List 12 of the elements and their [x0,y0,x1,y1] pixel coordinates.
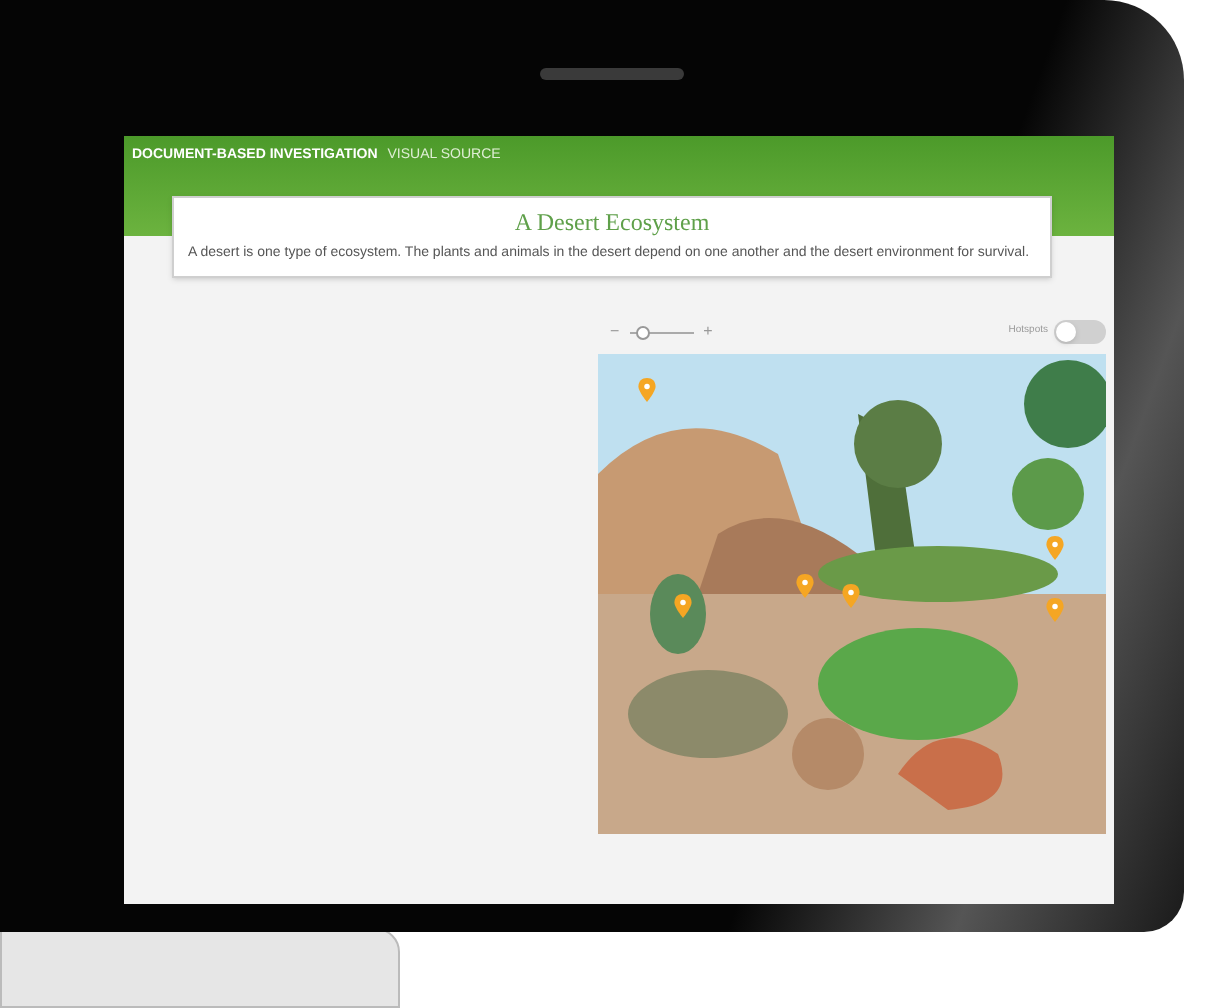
map-pin-icon[interactable] [674,594,693,618]
map-pin-icon[interactable] [796,574,815,599]
card-title: A Desert Ecosystem [512,206,712,240]
camera-notch [540,68,684,80]
map-pin-icon[interactable] [1045,536,1064,561]
zoom-in-button[interactable]: + [703,320,713,344]
hotspots-toggle[interactable] [1054,320,1106,344]
map-pin-icon[interactable] [638,378,657,402]
slider-thumb[interactable] [635,325,650,339]
map-pin-icon[interactable] [1045,598,1064,623]
map-pin-icon[interactable] [841,584,860,609]
zoom-out-button[interactable]: − [610,320,620,344]
